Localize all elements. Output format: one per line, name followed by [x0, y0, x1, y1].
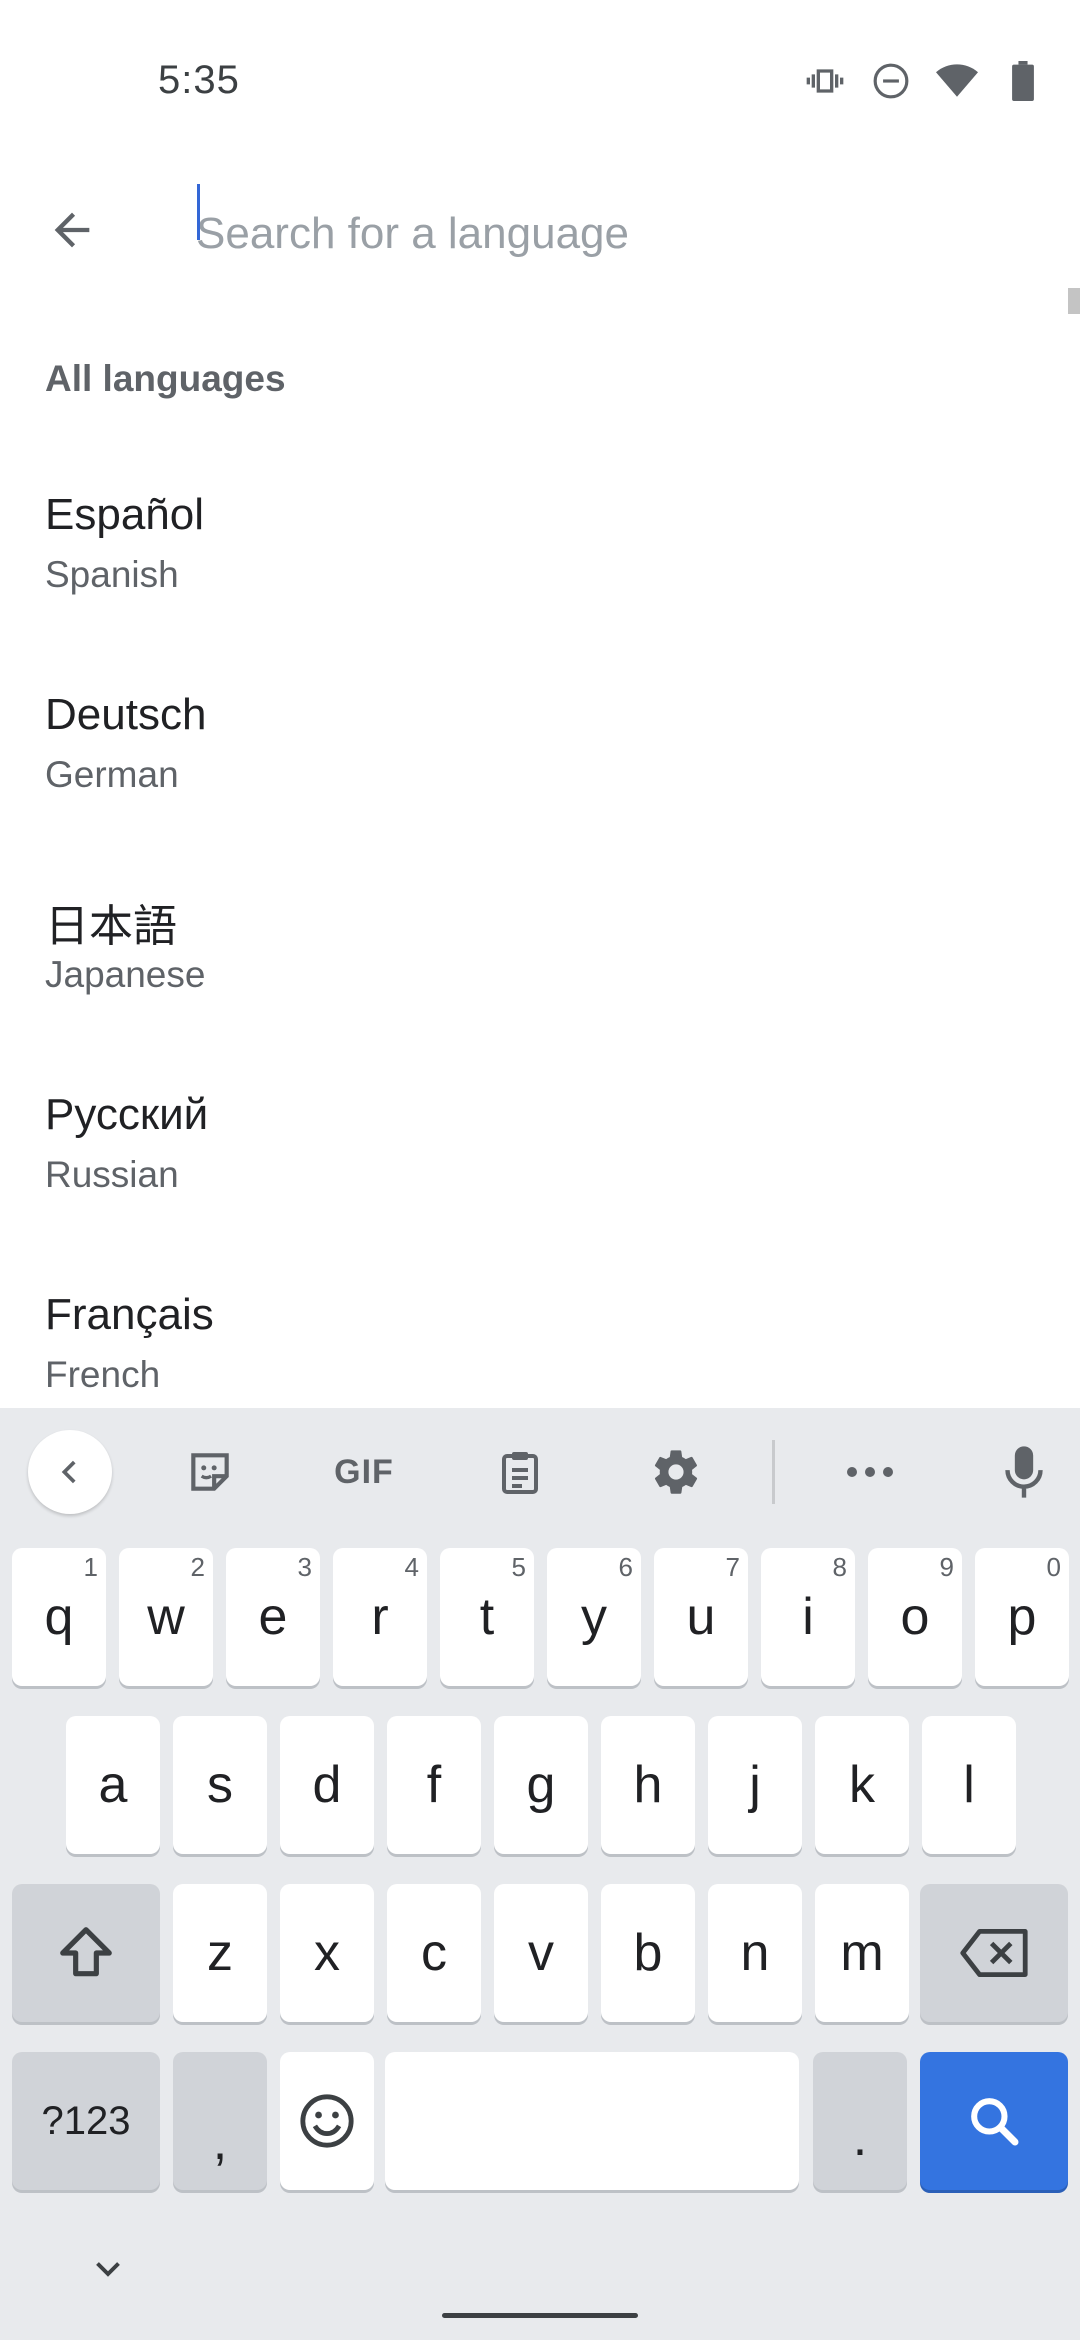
shift-key[interactable] [12, 1884, 160, 2022]
section-title: All languages [45, 358, 286, 399]
key-w[interactable]: w2 [119, 1548, 213, 1686]
key-l[interactable]: l [922, 1716, 1016, 1854]
key-u[interactable]: u7 [654, 1548, 748, 1686]
navigation-handle[interactable] [442, 2313, 638, 2318]
language-item[interactable]: Русский Russian [0, 1060, 1080, 1260]
language-search-input[interactable] [196, 190, 1016, 278]
clipboard-icon [502, 1452, 538, 1494]
key-s[interactable]: s [173, 1716, 267, 1854]
search-key[interactable] [920, 2052, 1068, 2190]
gear-icon [654, 1450, 698, 1494]
keyboard-bottom-bar [0, 2220, 1080, 2340]
dnd-icon [870, 60, 912, 102]
emoji-icon [300, 2094, 354, 2148]
language-english-name: German [45, 754, 179, 795]
on-screen-keyboard: GIF q1 w2 e3 r4 t5 y6 u7 i8 o9 p0 a s d … [0, 1408, 1080, 2340]
comma-key[interactable]: , [173, 2052, 267, 2190]
key-j[interactable]: j [708, 1716, 802, 1854]
voice-input-button[interactable] [982, 1430, 1066, 1514]
key-d[interactable]: d [280, 1716, 374, 1854]
key-n[interactable]: n [708, 1884, 802, 2022]
hide-keyboard-button[interactable] [80, 2240, 136, 2296]
language-native-name: 日本語 [45, 902, 177, 951]
backspace-icon [960, 1928, 1028, 1977]
key-b[interactable]: b [601, 1884, 695, 2022]
toolbar-divider [772, 1440, 775, 1504]
language-english-name: Japanese [45, 954, 206, 995]
scrollbar-thumb[interactable] [1068, 288, 1080, 314]
space-key[interactable] [385, 2052, 799, 2190]
backspace-key[interactable] [920, 1884, 1068, 2022]
language-list: Español Spanish Deutsch German 日本語 Japan… [0, 460, 1080, 1460]
key-a[interactable]: a [66, 1716, 160, 1854]
key-t[interactable]: t5 [440, 1548, 534, 1686]
language-english-name: Russian [45, 1154, 179, 1195]
key-i[interactable]: i8 [761, 1548, 855, 1686]
key-p[interactable]: p0 [975, 1548, 1069, 1686]
language-item[interactable]: 日本語 Japanese [0, 860, 1080, 1060]
vibrate-icon [804, 60, 846, 102]
gif-button[interactable]: GIF [322, 1430, 406, 1514]
language-english-name: Spanish [45, 554, 179, 595]
sticker-button[interactable] [168, 1430, 252, 1514]
key-x[interactable]: x [280, 1884, 374, 2022]
key-m[interactable]: m [815, 1884, 909, 2022]
key-e[interactable]: e3 [226, 1548, 320, 1686]
period-key[interactable]: . [813, 2052, 907, 2190]
search-header [0, 170, 1080, 340]
clipboard-button[interactable] [478, 1430, 562, 1514]
language-item[interactable]: Deutsch German [0, 660, 1080, 860]
key-k[interactable]: k [815, 1716, 909, 1854]
keyboard-toolbar: GIF [0, 1408, 1080, 1538]
back-arrow-icon [54, 212, 90, 248]
settings-button[interactable] [634, 1430, 718, 1514]
key-y[interactable]: y6 [547, 1548, 641, 1686]
emoji-key[interactable] [280, 2052, 374, 2190]
language-native-name: Français [45, 1290, 214, 1339]
status-time: 5:35 [158, 58, 240, 102]
key-c[interactable]: c [387, 1884, 481, 2022]
status-icons [804, 60, 1044, 102]
more-horizontal-icon [847, 1467, 893, 1477]
more-options-button[interactable] [828, 1430, 912, 1514]
chevron-left-icon [61, 1460, 76, 1484]
symbols-key[interactable]: ?123 [12, 2052, 160, 2190]
key-q[interactable]: q1 [12, 1548, 106, 1686]
chevron-down-icon [96, 2262, 120, 2277]
toolbar-collapse-button[interactable] [28, 1430, 112, 1514]
key-h[interactable]: h [601, 1716, 695, 1854]
key-f[interactable]: f [387, 1716, 481, 1854]
language-native-name: Español [45, 490, 205, 539]
battery-icon [1002, 60, 1044, 102]
microphone-icon [1005, 1446, 1043, 1498]
status-bar: 5:35 [0, 0, 1080, 170]
back-button[interactable] [34, 192, 110, 268]
key-v[interactable]: v [494, 1884, 588, 2022]
sticker-icon [191, 1453, 229, 1491]
shift-icon [60, 1927, 112, 1977]
wifi-icon [936, 60, 978, 102]
key-r[interactable]: r4 [333, 1548, 427, 1686]
key-o[interactable]: o9 [868, 1548, 962, 1686]
key-z[interactable]: z [173, 1884, 267, 2022]
search-icon [971, 2098, 1019, 2146]
key-g[interactable]: g [494, 1716, 588, 1854]
text-cursor [197, 184, 200, 240]
language-native-name: Deutsch [45, 690, 207, 739]
language-native-name: Русский [45, 1090, 209, 1139]
language-item[interactable]: Español Spanish [0, 460, 1080, 660]
language-english-name: French [45, 1354, 161, 1395]
